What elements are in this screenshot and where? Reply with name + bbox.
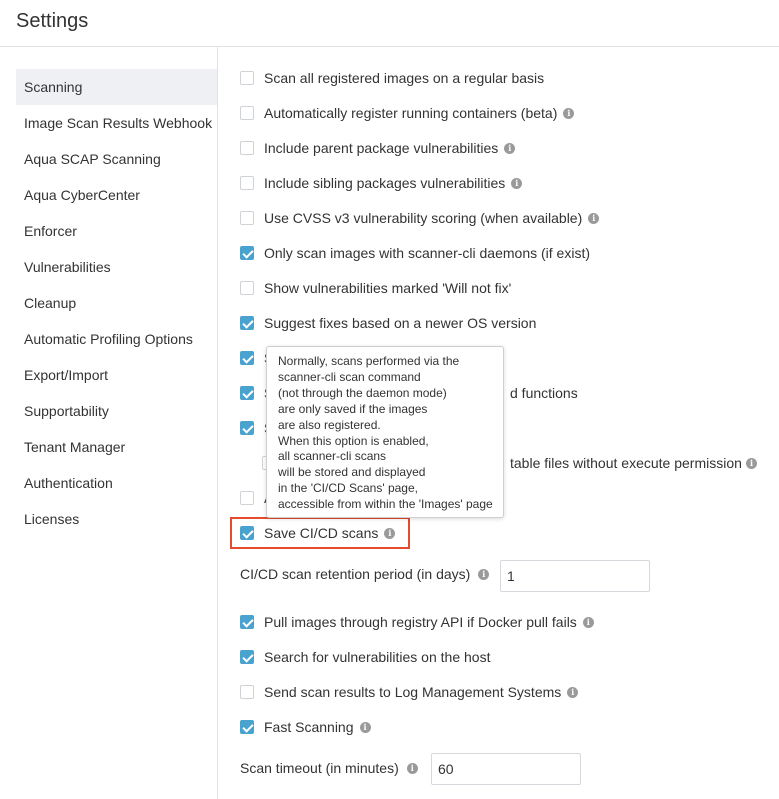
option-checkbox[interactable] — [240, 351, 254, 365]
settings-header: Settings — [0, 0, 779, 47]
retention-period-label: CI/CD scan retention period (in days) — [240, 566, 471, 582]
info-icon[interactable]: i — [511, 177, 523, 189]
option-checkbox[interactable] — [240, 685, 254, 699]
info-icon[interactable]: i — [746, 457, 757, 469]
option-use-cvss-v3-scoring: Use CVSS v3 vulnerability scoring (when … — [240, 208, 600, 228]
option-checkbox[interactable] — [240, 106, 254, 120]
option-scan-all-registered-images: Scan all registered images on a regular … — [240, 68, 544, 88]
option-label: Pull images through registry API if Dock… — [264, 614, 577, 630]
option-show-will-not-fix: Show vulnerabilities marked 'Will not fi… — [240, 278, 511, 298]
sidebar-divider — [217, 47, 218, 799]
option-pull-through-registry-api: Pull images through registry API if Dock… — [240, 612, 594, 632]
option-label: Include parent package vulnerabilities — [264, 140, 499, 156]
tooltip-line: all scanner-cli scans — [278, 449, 387, 464]
settings-sidebar: Scanning Image Scan Results Webhook Aqua… — [16, 69, 217, 537]
tooltip-line: accessible from within the 'Images' page — [278, 497, 493, 512]
tooltip-line: Normally, scans performed via the — [278, 354, 460, 368]
option-label: Use CVSS v3 vulnerability scoring (when … — [264, 210, 583, 226]
option-checkbox[interactable] — [240, 71, 254, 85]
info-icon[interactable]: i — [563, 107, 575, 119]
option-checkbox[interactable] — [240, 246, 254, 260]
sidebar-item-aqua-cybercenter[interactable]: Aqua CyberCenter — [16, 177, 217, 213]
option-auto-register-running-containers: Automatically register running container… — [240, 103, 575, 123]
save-cicd-scans-tooltip: Normally, scans performed via the scanne… — [266, 346, 504, 518]
sidebar-item-vulnerabilities[interactable]: Vulnerabilities — [16, 249, 217, 285]
option-only-scan-with-scanner-cli-daemons: Only scan images with scanner-cli daemon… — [240, 243, 590, 263]
tooltip-line: in the 'CI/CD Scans' page, — [278, 481, 418, 496]
option-label: Scan all registered images on a regular … — [264, 70, 545, 86]
option-label-suffix: d functions — [510, 385, 578, 401]
option-save-cicd-scans: Save CI/CD scans i — [240, 523, 396, 543]
retention-period-field: CI/CD scan retention period (in days) i — [240, 566, 490, 582]
option-checkbox[interactable] — [240, 615, 254, 629]
option-checkbox[interactable] — [240, 421, 254, 435]
option-label: Include sibling packages vulnerabilities — [264, 175, 506, 191]
info-icon[interactable]: i — [567, 686, 579, 698]
sidebar-item-authentication[interactable]: Authentication — [16, 465, 217, 501]
info-icon[interactable]: i — [582, 616, 594, 628]
sidebar-item-enforcer[interactable]: Enforcer — [16, 213, 217, 249]
option-checkbox[interactable] — [240, 316, 254, 330]
info-icon[interactable]: i — [588, 212, 600, 224]
option-label: Fast Scanning — [264, 719, 354, 735]
option-checkbox[interactable] — [240, 491, 254, 505]
info-icon[interactable]: i — [504, 142, 516, 154]
option-label: Show vulnerabilities marked 'Will not fi… — [264, 280, 512, 296]
option-send-to-log-management: Send scan results to Log Management Syst… — [240, 682, 579, 702]
scan-timeout-label: Scan timeout (in minutes) — [240, 760, 399, 776]
tooltip-line: When this option is enabled, — [278, 433, 429, 448]
info-icon[interactable]: i — [406, 762, 418, 774]
sidebar-item-aqua-scap-scanning[interactable]: Aqua SCAP Scanning — [16, 141, 217, 177]
sidebar-item-export-import[interactable]: Export/Import — [16, 357, 217, 393]
option-search-vulnerabilities-on-host: Search for vulnerabilities on the host — [240, 647, 490, 667]
option-label: Search for vulnerabilities on the host — [264, 649, 491, 665]
tooltip-line: are also registered. — [278, 417, 381, 432]
info-icon[interactable]: i — [478, 568, 490, 580]
option-label: Automatically register running container… — [264, 105, 558, 121]
info-icon[interactable]: i — [359, 721, 371, 733]
sidebar-item-scanning[interactable]: Scanning — [16, 69, 217, 105]
sidebar-item-image-scan-results-webhook[interactable]: Image Scan Results Webhook — [16, 105, 217, 141]
tooltip-line: (not through the daemon mode) — [278, 385, 447, 400]
sidebar-item-tenant-manager[interactable]: Tenant Manager — [16, 429, 217, 465]
scan-timeout-input[interactable] — [431, 753, 581, 785]
option-label-suffix: table files without execute permission — [510, 455, 742, 471]
option-label: Send scan results to Log Management Syst… — [264, 684, 562, 700]
option-checkbox[interactable] — [240, 281, 254, 295]
sidebar-item-licenses[interactable]: Licenses — [16, 501, 217, 537]
option-checkbox[interactable] — [240, 141, 254, 155]
sidebar-item-supportability[interactable]: Supportability — [16, 393, 217, 429]
option-include-parent-package-vulnerabilities: Include parent package vulnerabilities i — [240, 138, 516, 158]
option-checkbox[interactable] — [240, 176, 254, 190]
option-suggest-fixes-newer-os: Suggest fixes based on a newer OS versio… — [240, 313, 536, 333]
option-checkbox[interactable] — [240, 720, 254, 734]
option-label: Save CI/CD scans — [264, 525, 379, 541]
option-checkbox[interactable] — [240, 386, 254, 400]
retention-period-input[interactable] — [500, 560, 650, 592]
option-checkbox[interactable] — [240, 211, 254, 225]
option-label: Only scan images with scanner-cli daemon… — [264, 245, 591, 261]
sidebar-item-automatic-profiling-options[interactable]: Automatic Profiling Options — [16, 321, 217, 357]
page-title: Settings — [16, 10, 89, 32]
info-icon[interactable]: i — [384, 527, 396, 539]
option-checkbox[interactable] — [240, 650, 254, 664]
tooltip-line: will be stored and displayed — [278, 465, 426, 480]
sidebar-item-cleanup[interactable]: Cleanup — [16, 285, 217, 321]
option-label: Suggest fixes based on a newer OS versio… — [264, 315, 537, 331]
scan-timeout-field: Scan timeout (in minutes) i — [240, 760, 418, 776]
option-include-sibling-packages-vulnerabilities: Include sibling packages vulnerabilities… — [240, 173, 523, 193]
tooltip-line: scanner-cli scan command — [278, 369, 421, 384]
option-checkbox[interactable] — [240, 526, 254, 540]
option-fast-scanning: Fast Scanning i — [240, 717, 371, 737]
tooltip-line: are only saved if the images — [278, 401, 428, 416]
